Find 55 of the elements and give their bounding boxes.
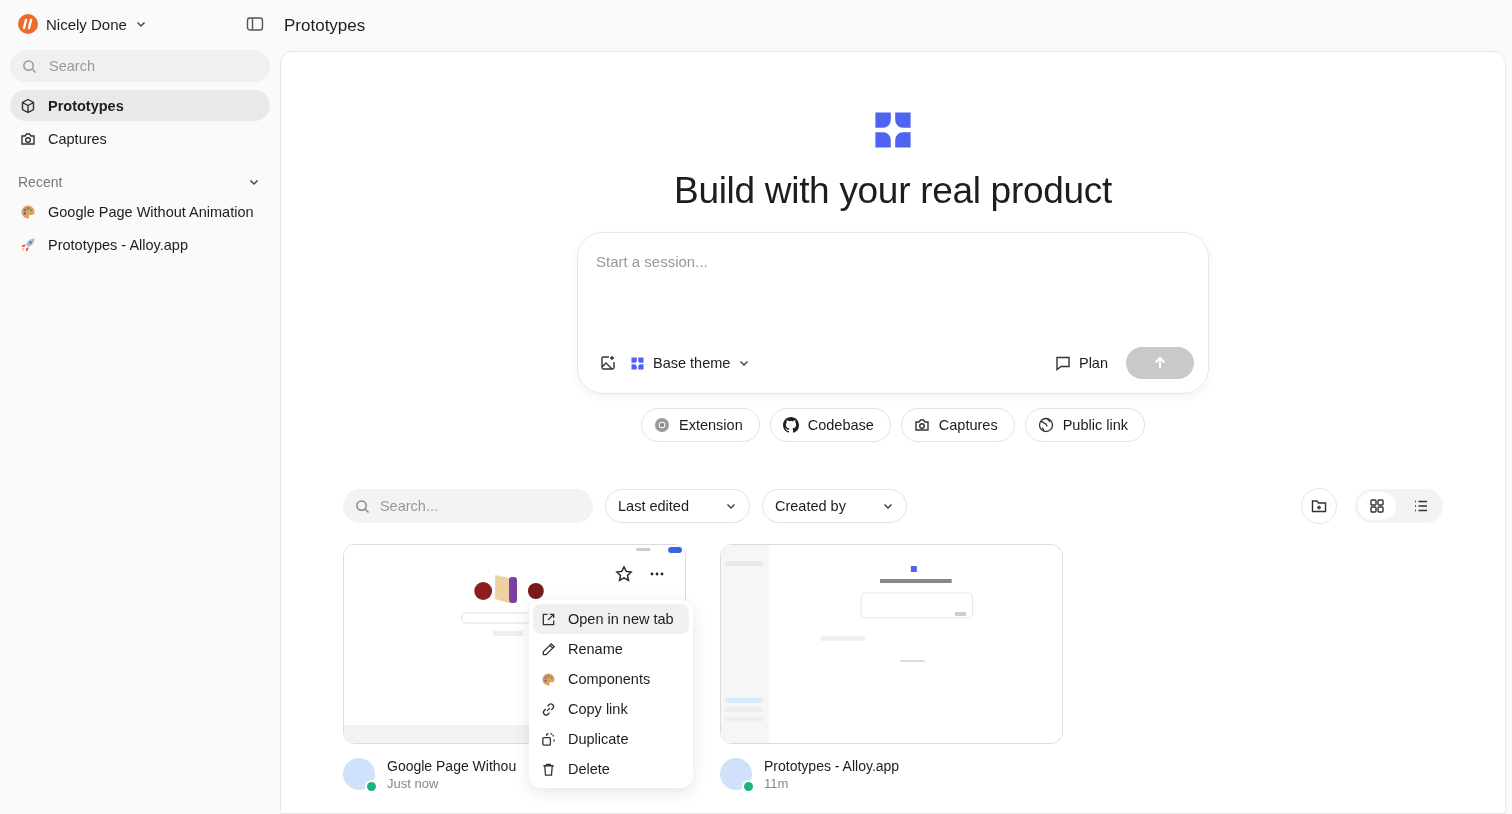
section-heading: Recent: [18, 174, 63, 190]
rocket-icon: [20, 236, 36, 253]
link-icon: [541, 701, 556, 717]
folder-plus-icon: [1311, 498, 1327, 514]
trash-icon: [541, 761, 556, 777]
add-image-icon[interactable]: [600, 355, 616, 371]
camera-icon: [913, 417, 930, 433]
menu-item[interactable]: Components: [533, 664, 689, 694]
session-input[interactable]: Start a session...: [596, 247, 1194, 347]
recent-item[interactable]: Prototypes - Alloy.app: [10, 229, 270, 260]
browser-logo-icon: [654, 417, 671, 433]
four-dot-logo-icon: [630, 355, 645, 371]
pencil-icon: [541, 641, 556, 657]
globe-icon: [1037, 417, 1054, 433]
search-icon: [355, 498, 370, 514]
session-composer[interactable]: Start a session... Base theme Plan: [577, 232, 1209, 394]
sidebar-item[interactable]: Prototypes: [10, 90, 270, 121]
recent-item[interactable]: Google Page Without Animation: [10, 196, 270, 227]
plan-button[interactable]: Plan: [1050, 355, 1112, 371]
list-icon: [1413, 498, 1429, 514]
menu-item[interactable]: Delete: [533, 754, 689, 784]
octocat-icon: [782, 417, 799, 433]
theme-selector[interactable]: Base theme: [630, 355, 751, 371]
search-icon: [22, 58, 37, 74]
menu-item[interactable]: Rename: [533, 634, 689, 664]
view-option[interactable]: [1358, 492, 1396, 520]
chat-bubble-icon: [1054, 355, 1071, 371]
search-input[interactable]: Search...: [377, 497, 581, 515]
palette-icon: [541, 671, 556, 687]
search-field[interactable]: Search...: [343, 489, 593, 523]
duplicate-icon: [541, 731, 556, 747]
palette-icon: [20, 203, 36, 220]
edited-time: 11m: [764, 776, 790, 791]
sidebar-item[interactable]: Captures: [10, 123, 270, 154]
cube-icon: [20, 97, 36, 114]
workspace-logo-icon: [18, 14, 38, 34]
grid-icon: [1369, 498, 1385, 514]
project-title[interactable]: Prototypes - Alloy.app: [764, 758, 900, 774]
edited-time: Just now: [387, 776, 440, 791]
arrow-up-icon: [1153, 356, 1167, 370]
camera-icon: [20, 130, 36, 147]
menu-item[interactable]: Open in new tab: [533, 604, 689, 634]
status-dot: [365, 780, 378, 793]
sidebar-toggle-icon[interactable]: [246, 15, 264, 33]
menu-item[interactable]: Copy link: [533, 694, 689, 724]
status-dot: [742, 780, 755, 793]
hero-title: Build with your real product: [674, 170, 1112, 212]
page-title: Prototypes: [283, 14, 367, 37]
star-icon[interactable]: [615, 565, 633, 583]
workspace-switcher[interactable]: Nicely Done: [18, 14, 147, 34]
menu-item[interactable]: Duplicate: [533, 724, 689, 754]
search-input[interactable]: Search: [47, 57, 231, 75]
project-title[interactable]: Google Page Withou: [387, 758, 517, 774]
external-link-icon: [541, 611, 556, 627]
search-field[interactable]: Search: [10, 50, 270, 82]
